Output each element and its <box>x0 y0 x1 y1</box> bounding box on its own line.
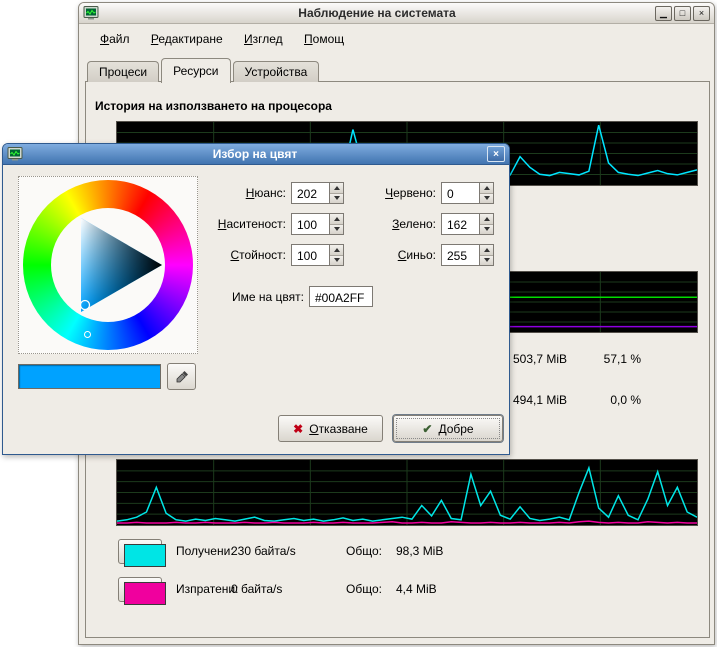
hue-value[interactable]: 202 <box>291 182 329 204</box>
dialog-titlebar[interactable]: Избор на цвят × <box>3 144 509 165</box>
close-icon[interactable]: × <box>693 6 710 21</box>
sv-triangle <box>51 208 165 322</box>
minimize-icon[interactable]: ▁ <box>655 6 672 21</box>
blue-value[interactable]: 255 <box>441 244 479 266</box>
eyedropper-button[interactable] <box>167 363 196 390</box>
cancel-button-label: Отказване <box>309 422 368 436</box>
received-rate: 230 байта/s <box>231 539 296 564</box>
sent-total-label: Общо: <box>346 577 382 602</box>
cancel-x-icon: ✖ <box>293 423 303 435</box>
ok-button-label: Добре <box>438 422 473 436</box>
received-total: 98,3 MiB <box>396 539 443 564</box>
saturation-label: Наситеност: <box>183 217 286 231</box>
dialog-close-icon[interactable]: × <box>487 146 505 162</box>
ok-check-icon: ✔ <box>422 423 432 435</box>
green-label: Зелено: <box>333 217 436 231</box>
spin-down-icon[interactable] <box>480 225 493 235</box>
red-label: Червено: <box>333 186 436 200</box>
menubar: Файл Редактиране Изглед Помощ <box>79 25 714 51</box>
hue-selection-marker[interactable] <box>84 331 91 338</box>
tab-strip: Процеси Ресурси Устройства <box>87 58 319 82</box>
saturation-value[interactable]: 100 <box>291 213 329 235</box>
network-history-chart <box>116 459 698 526</box>
spin-up-icon[interactable] <box>480 245 493 256</box>
hue-ring[interactable] <box>23 180 193 350</box>
color-preview <box>18 364 161 389</box>
red-spinbutton[interactable]: 0 <box>441 182 494 204</box>
sent-color-swatch <box>124 582 166 605</box>
network-sent-row: Изпратени: 0 байта/s Общо: 4,4 MiB <box>116 577 698 602</box>
value-label: Стойност: <box>183 248 286 262</box>
green-value[interactable]: 162 <box>441 213 479 235</box>
menu-help[interactable]: Помощ <box>299 30 349 48</box>
tab-resources[interactable]: Ресурси <box>161 58 230 83</box>
sent-total: 4,4 MiB <box>396 577 437 602</box>
received-label: Получени: <box>176 539 234 564</box>
sent-color-button[interactable] <box>118 577 162 602</box>
memory-percent: 57,1 % <box>566 352 641 366</box>
menu-file[interactable]: Файл <box>95 30 135 48</box>
system-monitor-icon <box>83 5 99 21</box>
ok-button[interactable]: ✔ Добре <box>393 415 503 442</box>
tab-devices[interactable]: Устройства <box>233 61 320 82</box>
main-window-title: Наблюдение на системата <box>103 6 651 20</box>
swap-percent: 0,0 % <box>566 393 641 407</box>
blue-spinbutton[interactable]: 255 <box>441 244 494 266</box>
spin-down-icon[interactable] <box>480 256 493 266</box>
main-titlebar[interactable]: Наблюдение на системата ▁ □ × <box>79 3 714 24</box>
red-value[interactable]: 0 <box>441 182 479 204</box>
spin-up-icon[interactable] <box>480 183 493 194</box>
spin-up-icon[interactable] <box>480 214 493 225</box>
received-total-label: Общо: <box>346 539 382 564</box>
spin-down-icon[interactable] <box>480 194 493 204</box>
tab-processes[interactable]: Процеси <box>87 61 159 82</box>
menu-view[interactable]: Изглед <box>239 30 288 48</box>
sent-rate: 0 байта/s <box>231 577 282 602</box>
hue-label: Нюанс: <box>183 186 286 200</box>
value-value[interactable]: 100 <box>291 244 329 266</box>
cancel-button[interactable]: ✖ Отказване <box>278 415 383 442</box>
dialog-app-icon <box>7 146 23 162</box>
sent-label: Изпратени: <box>176 577 238 602</box>
menu-edit[interactable]: Редактиране <box>146 30 228 48</box>
maximize-icon[interactable]: □ <box>674 6 691 21</box>
cpu-history-heading: История на използването на процесора <box>95 99 332 113</box>
dialog-title: Избор на цвят <box>27 147 483 161</box>
blue-label: Синьо: <box>333 248 436 262</box>
color-name-label: Име на цвят: <box>183 290 304 304</box>
received-color-button[interactable] <box>118 539 162 564</box>
green-spinbutton[interactable]: 162 <box>441 213 494 235</box>
network-received-row: Получени: 230 байта/s Общо: 98,3 MiB <box>116 539 698 564</box>
received-color-swatch <box>124 544 166 567</box>
eyedropper-icon <box>174 369 190 385</box>
color-name-input[interactable]: #00A2FF <box>309 286 373 307</box>
color-picker-dialog: Избор на цвят × Ню <box>2 143 510 455</box>
hsv-color-wheel[interactable] <box>18 176 198 354</box>
